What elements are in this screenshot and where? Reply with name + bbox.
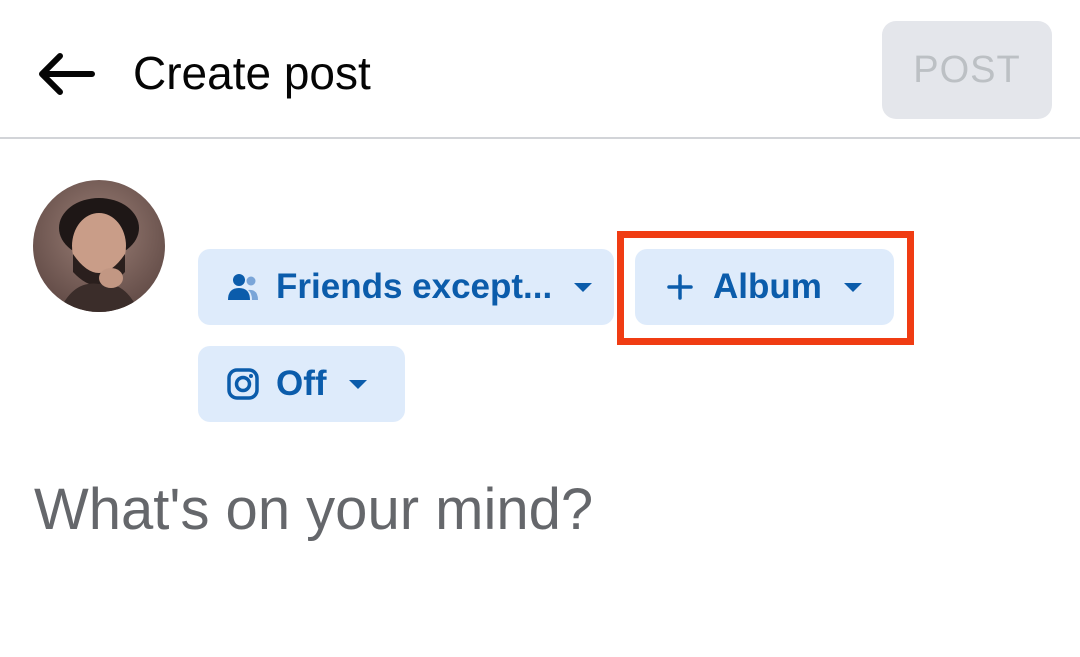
post-button[interactable]: POST [882, 21, 1052, 119]
plus-icon [667, 274, 693, 300]
instagram-icon [226, 367, 260, 401]
audience-selector[interactable]: Friends except... [198, 249, 614, 325]
arrow-left-icon [39, 53, 95, 95]
album-selector[interactable]: Album [635, 249, 894, 325]
top-bar: Create post POST [0, 0, 1080, 139]
people-icon [226, 270, 260, 304]
instagram-share-toggle[interactable]: Off [198, 346, 405, 422]
caret-down-icon [843, 282, 862, 292]
album-label: Album [713, 267, 822, 306]
audience-label: Friends except... [276, 267, 553, 306]
back-button[interactable] [30, 42, 102, 106]
caret-down-icon [348, 379, 367, 389]
page-title: Create post [133, 47, 371, 99]
caret-down-icon [574, 282, 593, 292]
avatar [33, 180, 165, 312]
post-text-input[interactable]: What's on your mind? [34, 470, 1034, 560]
instagram-label: Off [276, 364, 327, 403]
